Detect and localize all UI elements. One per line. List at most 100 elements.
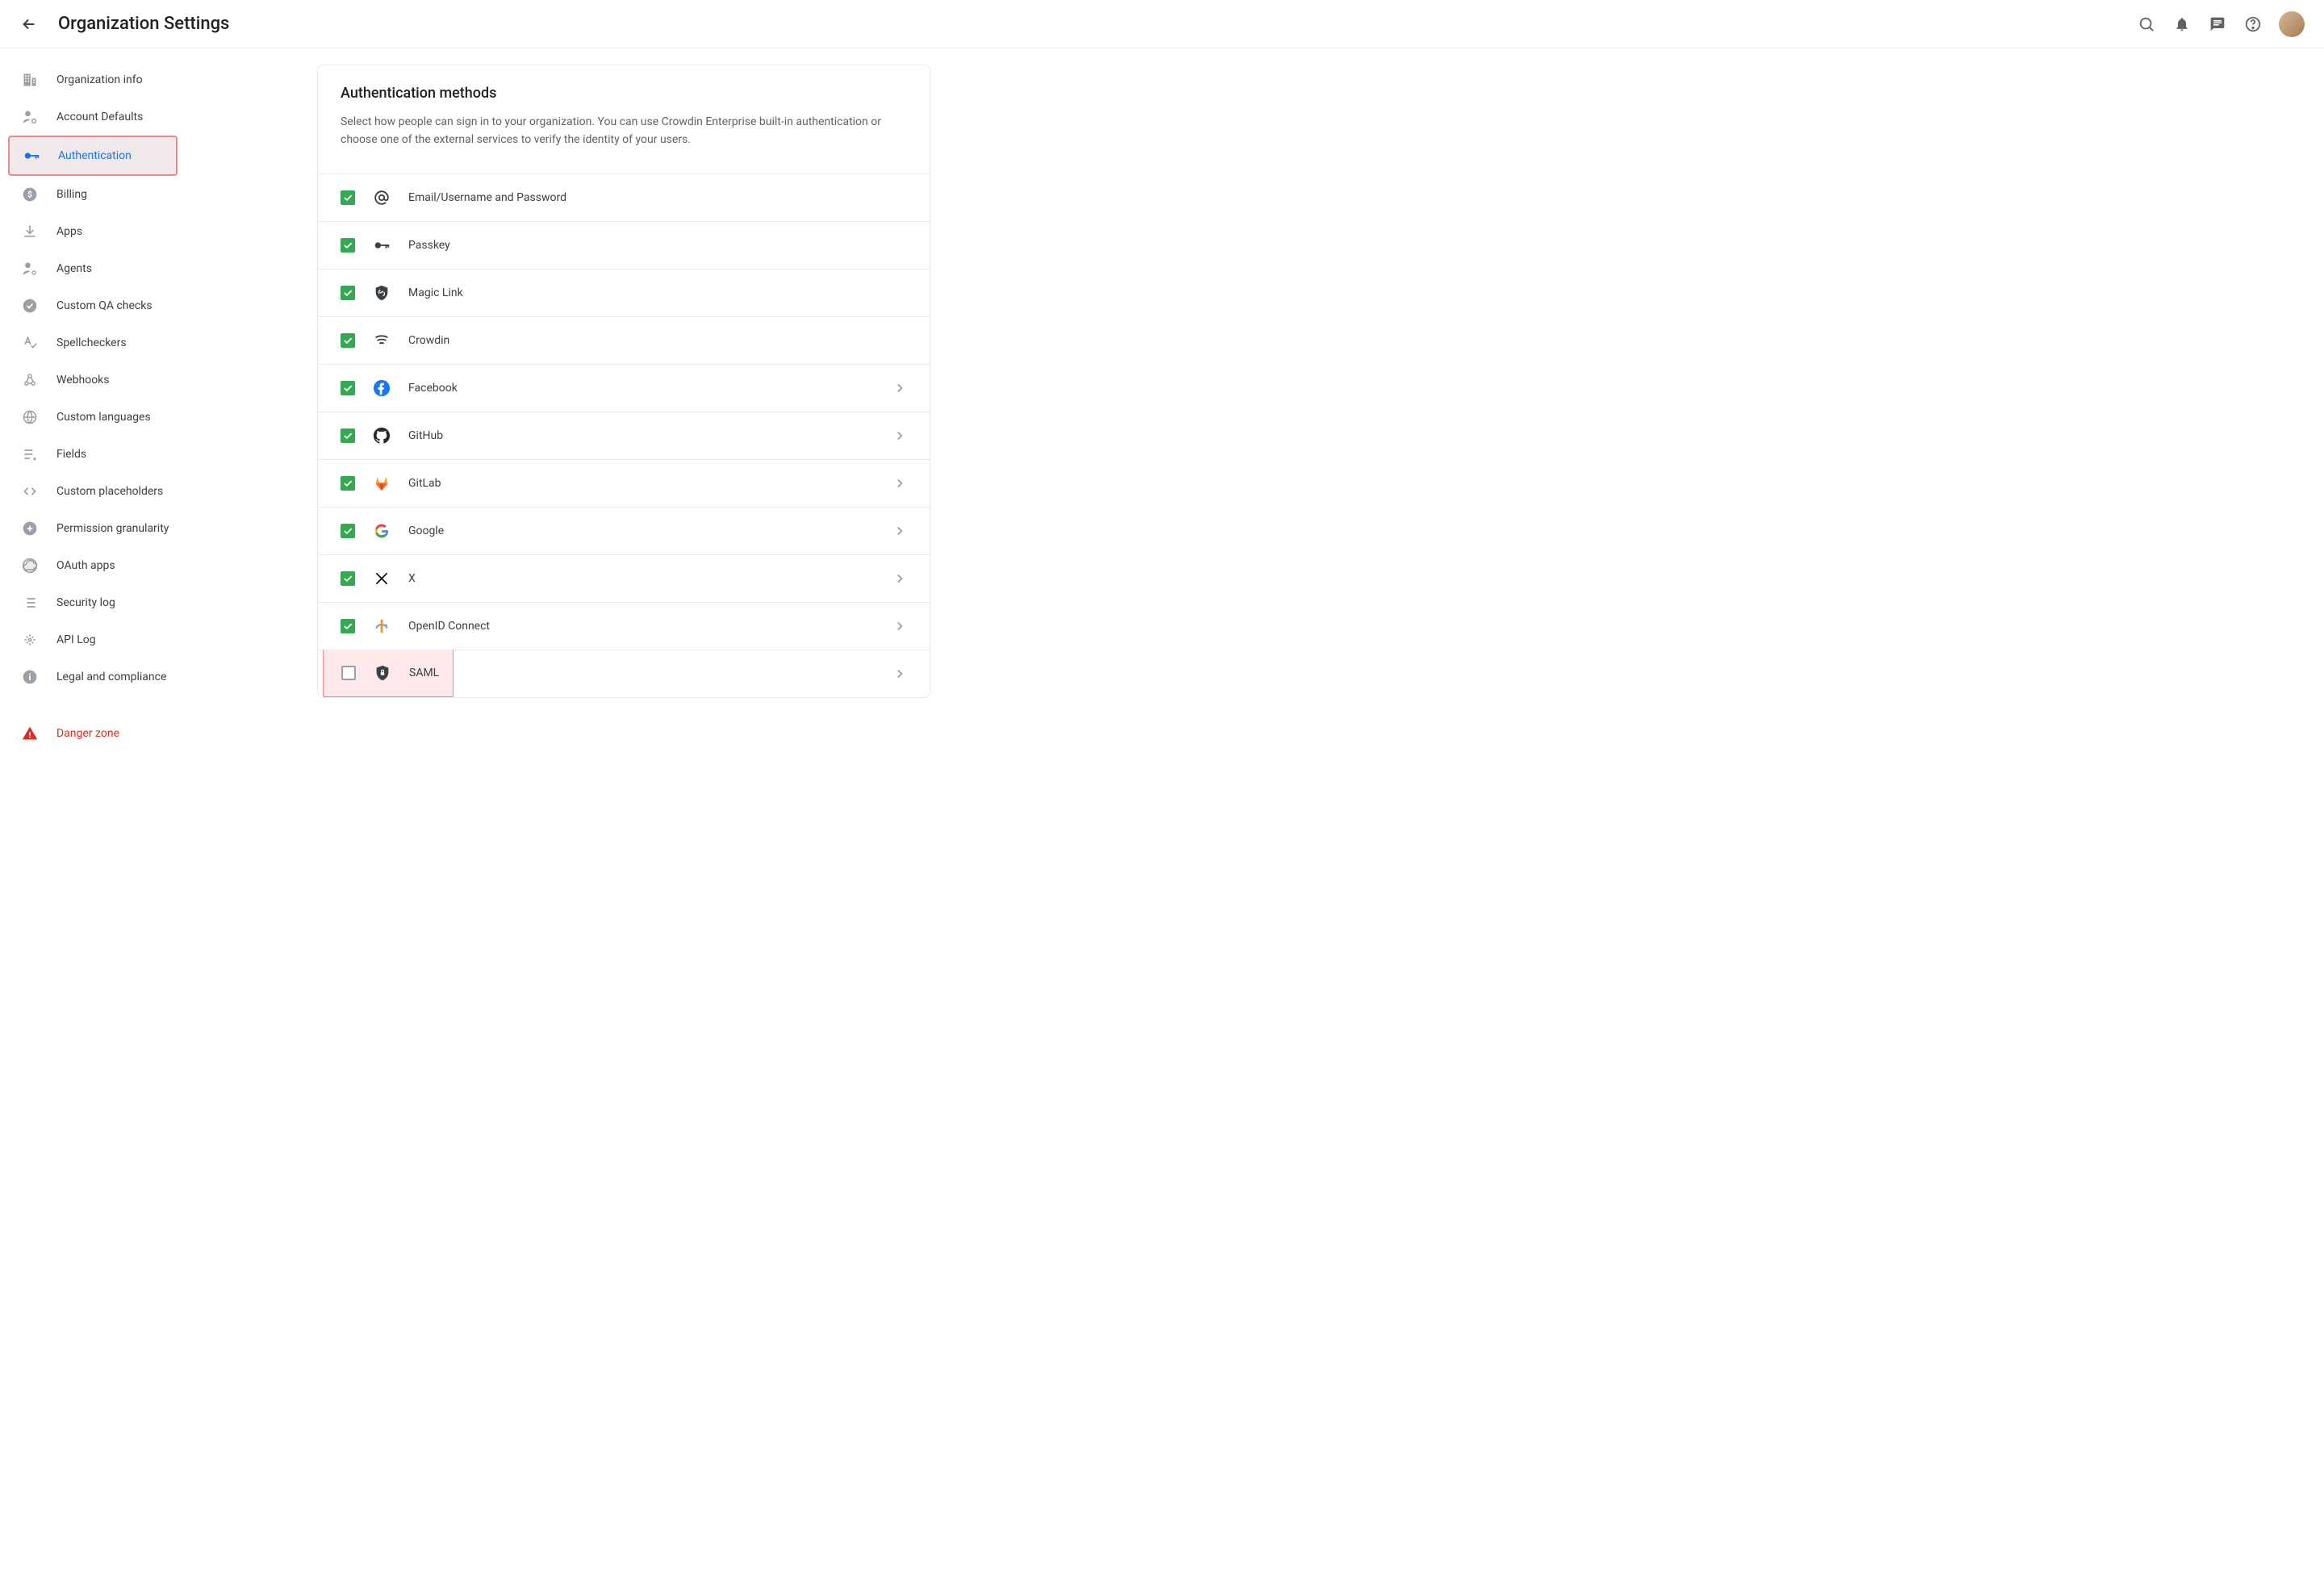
checkbox[interactable] (341, 333, 355, 348)
globe-icon (21, 408, 39, 426)
method-label: GitHub (408, 429, 875, 442)
sidebar-item-label: OAuth apps (56, 559, 115, 572)
sidebar-item-spellcheckers[interactable]: Spellcheckers (8, 324, 317, 361)
help-icon (2244, 15, 2262, 33)
sidebar-item-custom-qa[interactable]: Custom QA checks (8, 287, 317, 324)
sidebar-item-webhooks[interactable]: Webhooks (8, 361, 317, 399)
checkbox[interactable] (341, 666, 356, 680)
sidebar-item-api-log[interactable]: API Log (8, 621, 317, 658)
method-row-openid[interactable]: OpenID Connect (318, 602, 930, 650)
sidebar-item-organization-info[interactable]: Organization info (8, 61, 317, 98)
gitlab-icon (373, 474, 391, 492)
checkbox[interactable] (341, 571, 355, 586)
sidebar-item-label: Fields (56, 448, 86, 461)
sidebar-item-authentication[interactable]: Authentication (8, 136, 178, 176)
cloud-icon (21, 557, 39, 575)
main-content: Authentication methods Select how people… (317, 48, 2324, 752)
method-row-google[interactable]: Google (318, 507, 930, 554)
checkbox[interactable] (341, 524, 355, 538)
help-button[interactable] (2243, 15, 2263, 34)
facebook-icon (373, 379, 391, 397)
sidebar-item-label: Account Defaults (56, 111, 143, 123)
method-label: SAML (409, 667, 439, 679)
code-icon (21, 483, 39, 500)
sidebar-item-label: Webhooks (56, 374, 110, 387)
card-header: Authentication methods Select how people… (318, 65, 930, 165)
sidebar-item-label: Organization info (56, 73, 143, 86)
method-row-facebook[interactable]: Facebook (318, 364, 930, 412)
method-row-github[interactable]: GitHub (318, 412, 930, 459)
method-label: Google (408, 524, 875, 537)
card-description: Select how people can sign in to your or… (341, 113, 907, 149)
user-gear-icon (21, 108, 39, 126)
chevron-right-icon (892, 619, 907, 633)
checkbox[interactable] (341, 428, 355, 443)
method-label: Magic Link (408, 286, 907, 299)
key-icon (23, 147, 40, 165)
sidebar-item-legal-compliance[interactable]: Legal and compliance (8, 658, 317, 696)
method-row-saml[interactable]: SAML (323, 650, 454, 697)
method-row-x[interactable]: X (318, 554, 930, 602)
sidebar-item-custom-placeholders[interactable]: Custom placeholders (8, 473, 317, 510)
method-row-gitlab[interactable]: GitLab (318, 459, 930, 507)
method-row-passkey[interactable]: Passkey (318, 221, 930, 269)
checkbox[interactable] (341, 476, 355, 491)
header-right (2137, 11, 2305, 37)
back-button[interactable] (19, 15, 39, 34)
method-row-saml-wrap[interactable]: SAML (318, 650, 930, 697)
github-icon (373, 427, 391, 445)
sidebar-item-label: Apps (56, 225, 82, 238)
checkbox[interactable] (341, 286, 355, 300)
download-icon (21, 223, 39, 240)
checkbox[interactable] (341, 190, 355, 205)
sidebar-item-apps[interactable]: Apps (8, 213, 317, 250)
sidebar-item-oauth-apps[interactable]: OAuth apps (8, 547, 317, 584)
auth-card: Authentication methods Select how people… (317, 65, 930, 698)
sidebar-item-label: Billing (56, 188, 87, 201)
spellcheck-icon (21, 334, 39, 352)
bell-icon (2174, 16, 2190, 32)
webhook-icon (21, 371, 39, 389)
search-icon (2138, 15, 2155, 33)
sidebar-item-billing[interactable]: $ Billing (8, 176, 317, 213)
method-list: Email/Username and Password Passkey (318, 173, 930, 697)
checkbox[interactable] (341, 238, 355, 253)
sidebar: Organization info Account Defaults Authe… (0, 48, 317, 752)
method-row-email[interactable]: Email/Username and Password (318, 173, 930, 221)
sidebar-item-security-log[interactable]: Security log (8, 584, 317, 621)
messages-button[interactable] (2208, 15, 2227, 34)
avatar[interactable] (2279, 11, 2305, 37)
header-bar: Organization Settings (0, 0, 2324, 48)
notifications-button[interactable] (2172, 15, 2192, 34)
method-row-magic-link[interactable]: Magic Link (318, 269, 930, 316)
sidebar-item-custom-languages[interactable]: Custom languages (8, 399, 317, 436)
chevron-right-icon (892, 381, 907, 395)
search-button[interactable] (2137, 15, 2156, 34)
sidebar-item-permission-granularity[interactable]: Permission granularity (8, 510, 317, 547)
sidebar-item-label: Custom QA checks (56, 299, 153, 312)
method-row-crowdin[interactable]: Crowdin (318, 316, 930, 364)
sidebar-item-label: Agents (56, 262, 92, 275)
method-label: Email/Username and Password (408, 191, 907, 204)
warning-icon (21, 725, 39, 742)
at-icon (373, 189, 391, 207)
chat-icon (2209, 16, 2226, 32)
method-label: Passkey (408, 239, 907, 252)
building-icon (21, 71, 39, 89)
openid-icon (373, 617, 391, 635)
sidebar-item-agents[interactable]: Agents (8, 250, 317, 287)
method-label: OpenID Connect (408, 620, 875, 633)
sidebar-item-danger-zone[interactable]: Danger zone (8, 715, 317, 752)
checkbox[interactable] (341, 381, 355, 395)
method-label: Crowdin (408, 334, 907, 347)
shield-lock-icon (374, 664, 391, 682)
method-label: X (408, 572, 875, 585)
fields-icon (21, 445, 39, 463)
sidebar-item-label: Custom languages (56, 411, 151, 424)
sidebar-item-fields[interactable]: Fields (8, 436, 317, 473)
checkbox[interactable] (341, 619, 355, 633)
sidebar-item-label: Authentication (58, 149, 132, 162)
sidebar-item-label: Danger zone (56, 727, 119, 740)
svg-text:$: $ (27, 189, 32, 199)
sidebar-item-account-defaults[interactable]: Account Defaults (8, 98, 317, 136)
